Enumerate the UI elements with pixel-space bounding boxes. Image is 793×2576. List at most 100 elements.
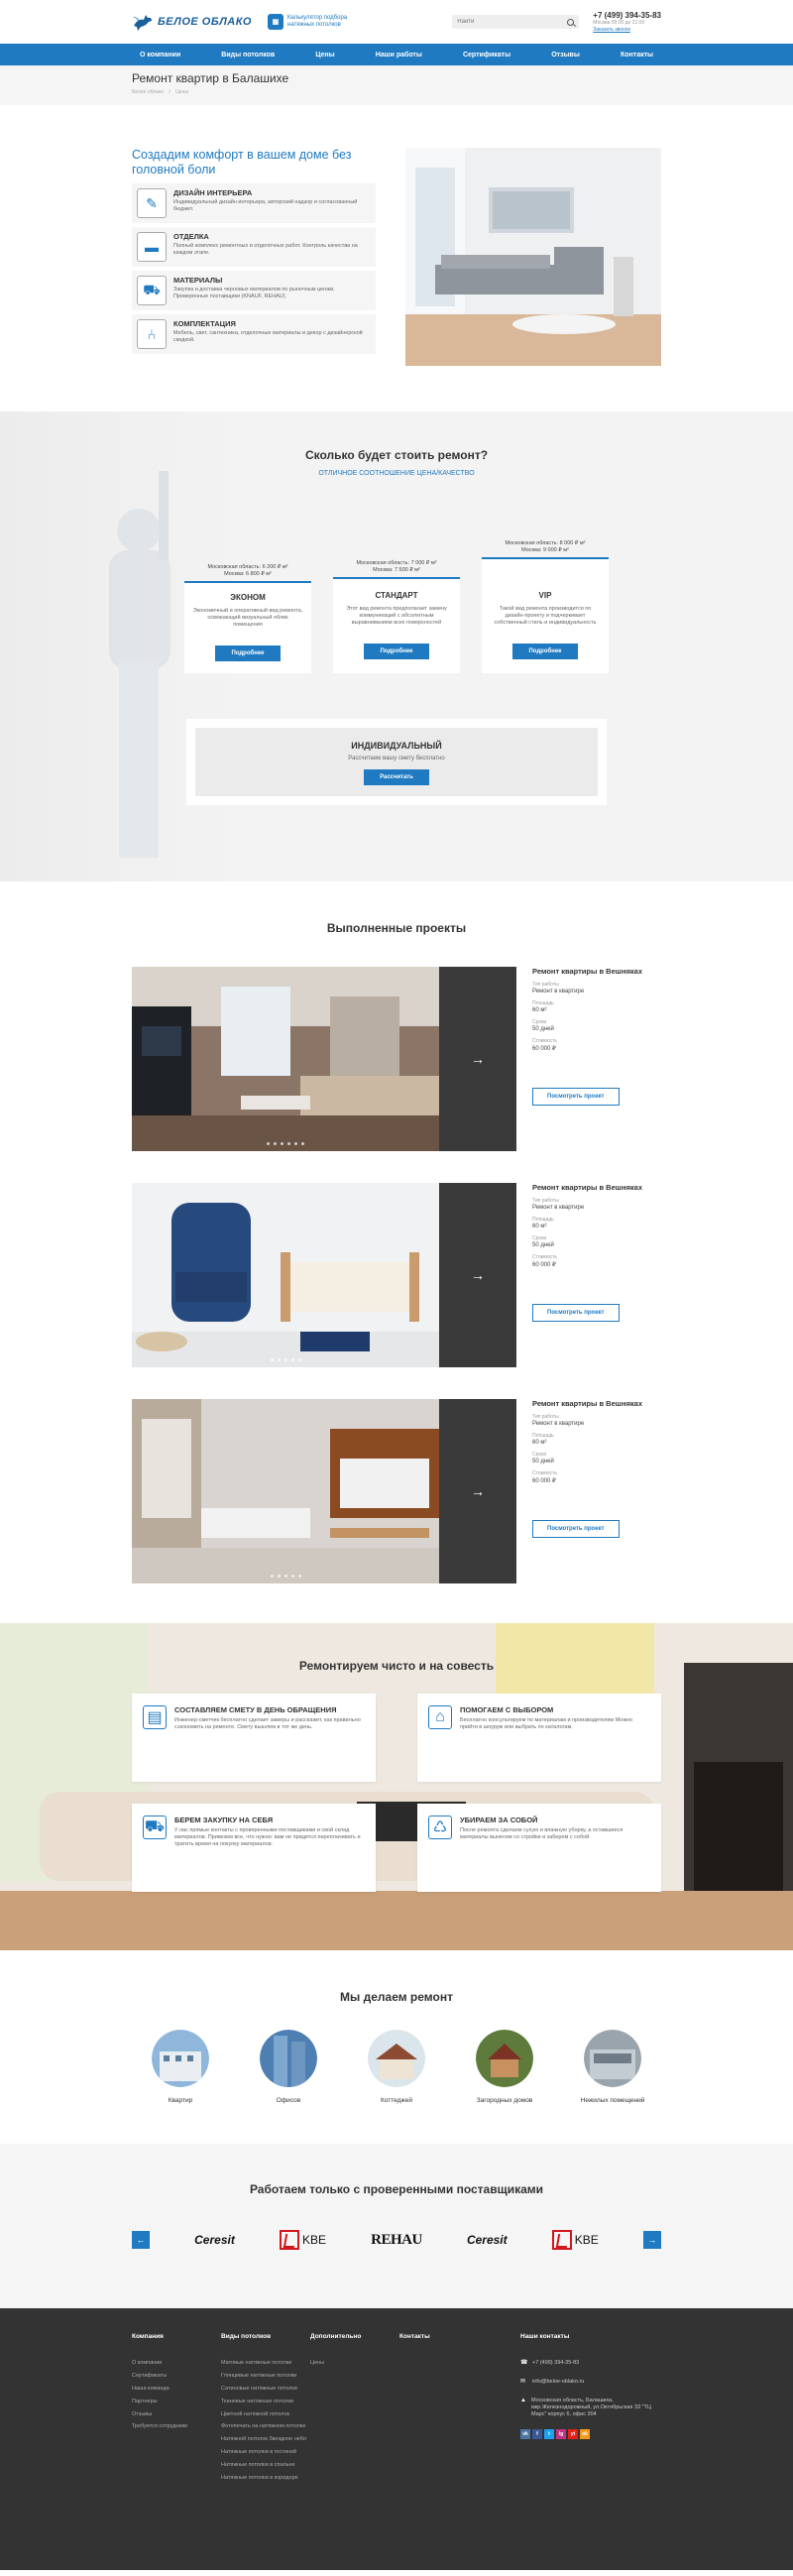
next-arrow-icon[interactable]: →: [439, 1183, 516, 1367]
footer-link[interactable]: Натяжные потолки в коридоре: [221, 2475, 310, 2482]
repair-item-country-houses[interactable]: Загородных домов: [460, 2030, 549, 2104]
footer-link[interactable]: Натяжной потолок Звездное небо: [221, 2436, 310, 2443]
nav-item-reviews[interactable]: Отзывы: [551, 52, 580, 59]
plan-price: Московская область: 8 000 ₽ м² Москва: 9 …: [505, 539, 586, 553]
plan-card: VIP Такой вид ремонта производится по ди…: [482, 557, 609, 673]
plan-details-button[interactable]: Подробнее: [364, 644, 429, 659]
repair-item-apartments[interactable]: Квартир: [136, 2030, 225, 2104]
feature-finishing: ▬ ОТДЕЛКА Полный комплекс ремонтных и от…: [132, 227, 376, 267]
calculator-link[interactable]: ▦ Калькулятор подбора натяжных потолков: [267, 14, 357, 30]
project-title: Ремонт квартиры в Вешняках: [532, 1183, 643, 1192]
callback-link[interactable]: Заказать звонок: [593, 27, 661, 33]
carousel-prev-arrow-icon[interactable]: ←: [132, 2231, 150, 2249]
feature-equipment: ⑃ КОМПЛЕКТАЦИЯ Мебель, свет, сантехника,…: [132, 314, 376, 354]
vk-icon[interactable]: vk: [520, 2429, 530, 2440]
calculator-icon: ▦: [267, 14, 283, 30]
twitter-icon[interactable]: t: [544, 2429, 554, 2440]
projects-section: Выполненные проекты → Ремонт квартиры в …: [0, 881, 793, 1623]
next-arrow-icon[interactable]: →: [439, 1399, 516, 1583]
footer-link[interactable]: Отзывы: [132, 2411, 221, 2418]
footer-link[interactable]: Цены: [310, 2360, 399, 2367]
footer-email[interactable]: info@beloe-oblako.ru: [532, 2379, 584, 2386]
search-input[interactable]: [457, 19, 568, 25]
repair-items: Квартир Офисов Коттеджей Загородных домо…: [132, 2030, 661, 2104]
footer-company: Компания О компании Сертификаты Наша ком…: [132, 2333, 221, 2488]
footer-link[interactable]: Натяжные потолки в спальне: [221, 2462, 310, 2469]
facebook-icon[interactable]: f: [532, 2429, 542, 2440]
supplier-logo-ceresit: Ceresit: [466, 2233, 508, 2247]
footer-link[interactable]: Сатиновые натяжные потолки: [221, 2386, 310, 2393]
repair-item-cottages[interactable]: Коттеджей: [352, 2030, 441, 2104]
plan-details-button[interactable]: Подробнее: [215, 645, 281, 661]
supplier-logo-kbe: KBE: [279, 2230, 326, 2250]
cart-icon: ⛟: [143, 1815, 167, 1839]
view-project-button[interactable]: Посмотреть проект: [532, 1088, 620, 1106]
honest-card: ⛟ БЕРЕМ ЗАКУПКУ НА СЕБЯ У нас прямые кон…: [132, 1804, 376, 1892]
logo[interactable]: БЕЛОЕ ОБЛАКО: [132, 12, 252, 32]
plan-details-button[interactable]: Подробнее: [512, 644, 578, 659]
cleaning-icon: ♺: [428, 1815, 452, 1839]
working-hours: Москва 09:00 до 21:00: [593, 20, 645, 26]
plan-text: Экономичный и оперативный вид ремонта, о…: [192, 608, 303, 629]
nav-item-contacts[interactable]: Контакты: [621, 52, 653, 59]
nav-item-prices[interactable]: Цены: [315, 52, 334, 59]
footer-link[interactable]: О компании: [132, 2360, 221, 2367]
cottages-photo: [368, 2030, 425, 2087]
footer-link[interactable]: Наша команда: [132, 2386, 221, 2393]
design-icon: ✎: [137, 188, 167, 218]
country-houses-photo: [476, 2030, 533, 2087]
next-arrow-icon[interactable]: →: [439, 967, 516, 1151]
nav-item-ceiling-types[interactable]: Виды потолков: [221, 52, 275, 59]
honest-card: ⌂ ПОМОГАЕМ С ВЫБОРОМ Бесплатно консульти…: [417, 1694, 661, 1782]
footer-link[interactable]: Глянцевые натяжные потолки: [221, 2373, 310, 2380]
footer-link[interactable]: Тканевые натяжные потолки: [221, 2399, 310, 2405]
calculate-button[interactable]: Рассчитать: [364, 769, 429, 785]
instagram-icon[interactable]: ig: [556, 2429, 566, 2440]
project-info: Ремонт квартиры в Вешняках Тип работы Ре…: [516, 1399, 661, 1583]
pegasus-logo-icon: [133, 15, 152, 31]
view-project-button[interactable]: Посмотреть проект: [532, 1520, 620, 1538]
repair-types-section: Мы делаем ремонт Квартир Офисов Коттедже…: [0, 1950, 793, 2144]
view-project-button[interactable]: Посмотреть проект: [532, 1304, 620, 1322]
footer-link[interactable]: Цветной натяжной потолок: [221, 2411, 310, 2418]
nav-item-certificates[interactable]: Сертификаты: [463, 52, 510, 59]
carousel-next-arrow-icon[interactable]: →: [642, 2231, 661, 2249]
non-residential-photo: [584, 2030, 641, 2087]
plan-name: ЭКОНОМ: [230, 593, 266, 602]
header-phone[interactable]: +7 (499) 394-35-83: [593, 11, 661, 20]
repair-item-offices[interactable]: Офисов: [244, 2030, 333, 2104]
nav-item-works[interactable]: Наши работы: [376, 52, 422, 59]
breadcrumb-current: Цены: [175, 89, 188, 95]
project-info: Ремонт квартиры в Вешняках Тип работы Ре…: [516, 1183, 661, 1367]
repair-title: Мы делаем ремонт: [340, 1990, 453, 2004]
pricing-title: Сколько будет стоить ремонт?: [304, 448, 489, 462]
calculator-label: Калькулятор подбора натяжных потолков: [286, 15, 348, 28]
honest-card: ▤ СОСТАВЛЯЕМ СМЕТУ В ДЕНЬ ОБРАЩЕНИЯ Инже…: [132, 1694, 376, 1782]
nav-item-about[interactable]: О компании: [140, 52, 180, 59]
footer-link[interactable]: Натяжные потолки в гостиной: [221, 2449, 310, 2456]
project-photo: [132, 1183, 439, 1367]
truck-icon: ⛟: [137, 276, 167, 305]
footer-phone[interactable]: +7 (499) 394-35-83: [532, 2360, 579, 2367]
main-nav: О компании Виды потолков Цены Наши работ…: [0, 44, 793, 65]
header: БЕЛОЕ ОБЛАКО ▦ Калькулятор подбора натяж…: [0, 0, 793, 44]
footer-link[interactable]: Фотопечать на натяжном потолке: [221, 2423, 310, 2430]
project-card: → Ремонт квартиры в Вешняках Тип работы …: [132, 1183, 661, 1367]
estimate-icon: ▤: [143, 1705, 167, 1729]
footer-link[interactable]: Сертификаты: [132, 2373, 221, 2380]
search-icon[interactable]: [567, 18, 575, 26]
youtube-icon[interactable]: yt: [568, 2429, 578, 2440]
footer-link[interactable]: Требуется сотрудники: [132, 2423, 221, 2430]
repair-item-non-residential[interactable]: Нежилых помещений: [568, 2030, 657, 2104]
slider-dots[interactable]: [132, 1358, 439, 1361]
slider-dots[interactable]: [132, 1142, 439, 1145]
mail-icon: ✉: [520, 2378, 526, 2385]
breadcrumb-home[interactable]: Белое облако: [132, 89, 164, 95]
plan-text: Этот вид ремонта предполагает замену ком…: [346, 606, 447, 627]
project-photo: [132, 967, 439, 1151]
footer-link[interactable]: Матовые натяжные потолки: [221, 2360, 310, 2367]
footer-link[interactable]: Партнеры: [132, 2399, 221, 2405]
odnoklassniki-icon[interactable]: ok: [580, 2429, 590, 2440]
plan-price: Московская область: 7 000 ₽ м² Москва: 7 …: [356, 559, 437, 573]
slider-dots[interactable]: [132, 1575, 439, 1578]
